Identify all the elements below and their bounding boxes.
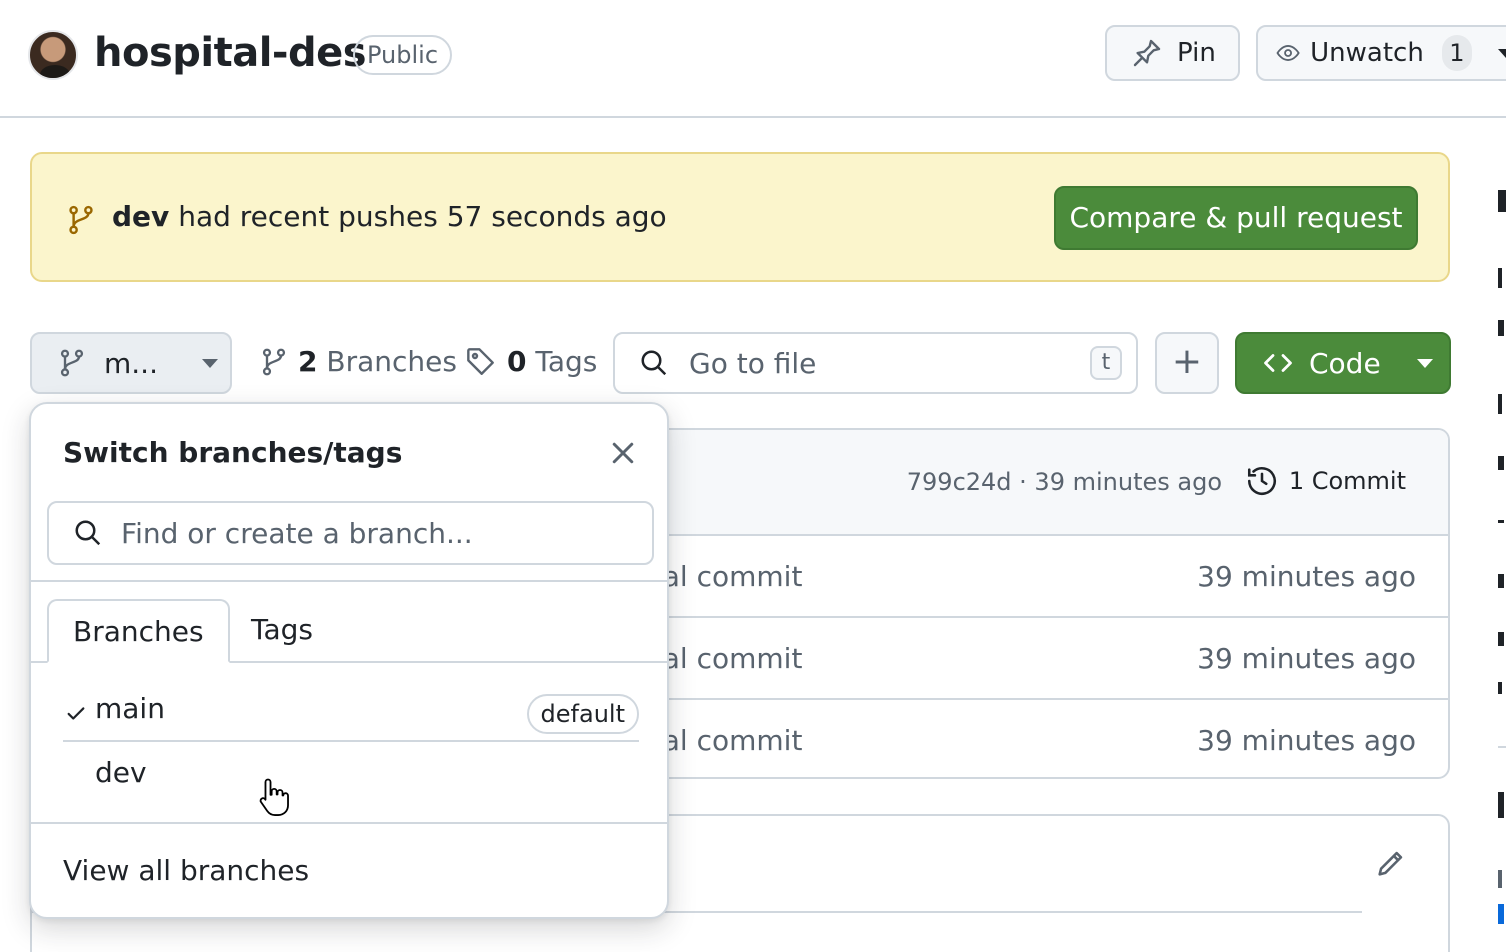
default-badge: default: [526, 694, 639, 734]
sidebar-fragment: [1498, 574, 1504, 588]
branch-icon: [60, 349, 84, 377]
close-icon[interactable]: [608, 438, 638, 468]
hand-cursor-icon: [259, 778, 289, 816]
sidebar-fragment: [1498, 746, 1506, 748]
file-commit-time: 39 minutes ago: [1197, 642, 1416, 675]
branches-link[interactable]: 2 Branches: [260, 345, 457, 378]
visibility-badge: Public: [353, 35, 453, 75]
watch-count: 1: [1441, 35, 1472, 71]
repo-name[interactable]: hospital-des: [94, 30, 367, 76]
file-commit-time: 39 minutes ago: [1197, 724, 1416, 757]
go-to-file-input[interactable]: Go to file t: [613, 332, 1138, 394]
sidebar-fragment: [1498, 268, 1502, 288]
divider: [31, 822, 667, 824]
code-icon: [1264, 354, 1292, 372]
sidebar-fragment: [1498, 394, 1502, 414]
divider: [31, 580, 667, 582]
branch-icon: [69, 205, 93, 235]
commits-label: 1 Commit: [1288, 467, 1406, 495]
branches-label: Branches: [326, 345, 457, 378]
add-file-button[interactable]: +: [1155, 332, 1219, 394]
branch-search-input[interactable]: Find or create a branch...: [47, 501, 654, 565]
chevron-down-icon: [1498, 48, 1506, 58]
branch-selector-button[interactable]: m...: [30, 332, 232, 394]
commit-hash-time[interactable]: 799c24d · 39 minutes ago: [907, 468, 1222, 496]
check-icon: [67, 707, 85, 720]
tags-count: 0: [507, 345, 527, 378]
tab-tags[interactable]: Tags: [227, 599, 337, 663]
sidebar-fragment: [1498, 792, 1504, 818]
tab-branches[interactable]: Branches: [47, 599, 230, 663]
sidebar-fragment: [1498, 682, 1502, 694]
branch-selector-label: m...: [104, 346, 158, 380]
sidebar-fragment: [1498, 870, 1502, 888]
banner-message: had recent pushes 57 seconds ago: [169, 200, 667, 233]
pin-label: Pin: [1177, 38, 1216, 68]
chevron-down-icon: [201, 358, 218, 368]
switch-branches-dropdown: Switch branches/tags Find or create a br…: [29, 402, 669, 919]
code-label: Code: [1309, 346, 1381, 380]
history-icon: [1247, 467, 1276, 496]
go-to-file-placeholder: Go to file: [689, 346, 817, 380]
sidebar-fragment: [1498, 320, 1504, 336]
view-all-branches-link[interactable]: View all branches: [63, 854, 309, 887]
pencil-icon[interactable]: [1374, 846, 1408, 880]
sidebar-fragment: [1498, 520, 1504, 523]
branches-count: 2: [298, 345, 318, 378]
branch-item-main[interactable]: main default: [63, 680, 639, 742]
sidebar-fragment: [1498, 632, 1504, 646]
shortcut-key: t: [1090, 346, 1122, 380]
sidebar-fragment: [1498, 190, 1506, 212]
tag-icon: [467, 347, 494, 375]
divider: [63, 740, 639, 742]
file-commit-time: 39 minutes ago: [1197, 560, 1416, 593]
branch-name: main: [95, 692, 165, 725]
tags-label: Tags: [535, 345, 598, 378]
pin-icon: [1133, 39, 1161, 67]
search-icon: [75, 520, 101, 546]
eye-icon: [1276, 45, 1300, 61]
branch-item-dev[interactable]: dev: [63, 744, 639, 806]
sidebar-fragment: [1498, 456, 1504, 470]
branch-icon: [262, 348, 286, 375]
sidebar-fragment: [1498, 904, 1504, 924]
search-icon: [641, 350, 667, 376]
recent-push-banner: dev had recent pushes 57 seconds ago Com…: [30, 152, 1450, 282]
tags-link[interactable]: 0 Tags: [465, 345, 597, 378]
unwatch-label: Unwatch: [1310, 38, 1424, 68]
owner-avatar[interactable]: [28, 30, 78, 80]
branch-name: dev: [95, 756, 147, 789]
chevron-down-icon: [1416, 358, 1433, 368]
banner-branch[interactable]: dev: [112, 200, 169, 233]
pin-button[interactable]: Pin: [1105, 25, 1240, 81]
dropdown-title: Switch branches/tags: [63, 436, 403, 469]
banner-text: dev had recent pushes 57 seconds ago: [112, 200, 667, 233]
compare-pull-request-button[interactable]: Compare & pull request: [1054, 186, 1418, 250]
code-button[interactable]: Code: [1235, 332, 1451, 394]
unwatch-button[interactable]: Unwatch 1: [1256, 25, 1506, 81]
repo-header: hospital-des Public Pin Unwatch 1: [0, 0, 1506, 118]
commits-link[interactable]: 1 Commit: [1245, 464, 1406, 498]
branch-search-placeholder: Find or create a branch...: [121, 516, 473, 550]
